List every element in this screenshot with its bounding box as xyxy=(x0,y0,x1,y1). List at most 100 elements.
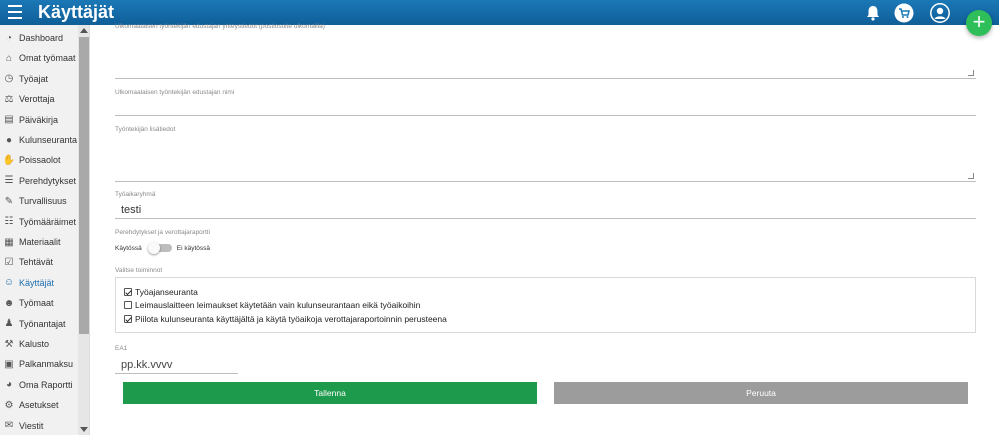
sidebar-item-label: Kalusto xyxy=(19,339,50,349)
work-group-label: Työaikaryhmä xyxy=(115,191,156,198)
cancel-button[interactable]: Peruuta xyxy=(554,382,968,404)
sidebar-item[interactable]: ⚙ Asetukset xyxy=(0,395,78,415)
sidebar-item[interactable]: ◔ Dashboard xyxy=(0,28,78,48)
functions-label: Valitse toiminnot xyxy=(115,267,163,274)
scroll-thumb[interactable] xyxy=(79,37,89,334)
sidebar-item-label: Materiaalit xyxy=(19,237,61,247)
induction-label: Perehdytykset ja verottajaraportti xyxy=(115,229,211,236)
toggle-off-label: Ei käytössä xyxy=(176,244,210,252)
location-icon: ● xyxy=(5,134,13,146)
induction-toggle-row: Käytössä Ei käytössä xyxy=(115,242,210,254)
menu-icon[interactable] xyxy=(8,5,22,19)
toggle-on-label: Käytössä xyxy=(115,244,142,252)
sidebar-item[interactable]: ⚒ Kalusto xyxy=(0,334,78,354)
dashboard-icon: ◔ xyxy=(5,32,13,44)
users-icon: ☺ xyxy=(3,277,15,289)
sidebar-item-label: Poissaolot xyxy=(19,155,61,166)
resize-handle-icon[interactable] xyxy=(968,70,974,76)
option-stamping-device[interactable]: Leimauslaitteen leimaukset käytetään vai… xyxy=(124,300,420,310)
option-label: Leimauslaitteen leimaukset käytetään vai… xyxy=(135,300,421,310)
sidebar-item-label: Perehdytykset xyxy=(19,175,77,186)
sidebar-item-label: Tehtävät xyxy=(19,257,54,268)
ea1-label: EA1 xyxy=(115,345,128,352)
pie-chart-icon: ◕ xyxy=(5,379,13,391)
mail-icon: ✉ xyxy=(4,420,14,432)
sidebar-scrollbar[interactable] xyxy=(78,25,89,435)
book-icon: ▤ xyxy=(4,114,14,126)
ea1-underline xyxy=(115,373,238,374)
top-bar: Käyttäjät xyxy=(0,0,999,25)
sidebar-item[interactable]: ✉ Viestit xyxy=(0,416,78,435)
sidebar-item-label: Käyttäjät xyxy=(19,277,55,288)
gear-icon: ⚙ xyxy=(4,399,14,411)
sidebar-item-label: Palkanmaksu xyxy=(19,359,74,370)
list-icon: ☷ xyxy=(4,216,14,228)
sidebar-item-label: Asetukset xyxy=(19,400,59,411)
sidebar-item-label: Oma Raportti xyxy=(19,379,73,390)
employer-icon: ♟ xyxy=(4,318,14,330)
sidebar-item[interactable]: ▣ Palkanmaksu xyxy=(0,354,78,374)
add-button[interactable]: + xyxy=(966,10,992,36)
sidebar-item[interactable]: ◷ Työajat xyxy=(0,69,78,89)
save-button[interactable]: Tallenna xyxy=(123,382,537,404)
stopwatch-icon: ◷ xyxy=(4,73,14,85)
bell-icon[interactable] xyxy=(863,3,883,23)
sidebar-item[interactable]: ⚖ Verottaja xyxy=(0,89,78,109)
sidebar-item[interactable]: ♟ Työnantajat xyxy=(0,314,78,334)
sidebar-item[interactable]: ◕ Oma Raportti xyxy=(0,375,78,395)
checkbox[interactable] xyxy=(124,288,132,296)
page-title: Käyttäjät xyxy=(38,2,115,22)
site-icon: ⌂ xyxy=(5,52,13,64)
hammer-icon: ⚒ xyxy=(4,338,14,350)
scroll-down-icon[interactable] xyxy=(80,427,88,432)
option-hide-tracking[interactable]: Piilota kulunseuranta käyttäjältä ja käy… xyxy=(124,314,447,324)
work-group-value[interactable]: testi xyxy=(121,204,141,216)
wrench-icon: ✎ xyxy=(4,195,14,207)
sidebar-item[interactable]: ▦ Materiaalit xyxy=(0,232,78,252)
user-icon[interactable] xyxy=(930,3,950,23)
extra-info-label: Työntekijän lisätiedot xyxy=(115,126,176,133)
worker-icon: ☻ xyxy=(3,297,15,309)
materials-icon: ▦ xyxy=(4,236,14,248)
sidebar-item[interactable]: ⌂ Omat työmaat xyxy=(0,48,78,68)
sidebar-item[interactable]: ✋ Poissaolot xyxy=(0,150,78,170)
option-time-tracking[interactable]: Työajanseuranta xyxy=(124,287,198,297)
ea1-input[interactable]: pp.kk.vvvv xyxy=(121,359,172,371)
rep-address-label: Ulkomaalaisen työntekijän edustajan yhte… xyxy=(115,23,325,30)
checkbox[interactable] xyxy=(124,315,132,323)
sidebar-item[interactable]: ● Kulunseuranta xyxy=(0,130,78,150)
sidebar-item[interactable]: ▤ Päiväkirja xyxy=(0,110,78,130)
sidebar-item-label: Päiväkirja xyxy=(19,114,59,125)
sidebar-item-label: Työnantajat xyxy=(19,318,66,329)
sidebar-item[interactable]: ☺ Käyttäjät xyxy=(0,273,78,293)
payment-icon: ▣ xyxy=(4,358,14,370)
tasks-icon: ☑ xyxy=(4,256,14,268)
extra-info-textarea[interactable] xyxy=(115,181,976,182)
functions-box: Työajanseuranta Leimauslaitteen leimauks… xyxy=(115,277,976,333)
rep-address-textarea[interactable] xyxy=(115,78,976,79)
sidebar-item-label: Työmääräimet xyxy=(19,216,77,227)
option-label: Työajanseuranta xyxy=(135,287,198,297)
sidebar-item[interactable]: ☻ Työmaat xyxy=(0,293,78,313)
induction-toggle[interactable] xyxy=(147,242,172,254)
scroll-up-icon[interactable] xyxy=(80,28,88,33)
rep-name-input[interactable] xyxy=(115,115,976,116)
sidebar-item[interactable]: ☷ Työmääräimet xyxy=(0,212,78,232)
thumb-down-icon: ✋ xyxy=(2,154,16,166)
sidebar-item-label: Työajat xyxy=(19,73,49,84)
sidebar-item-label: Viestit xyxy=(19,420,44,431)
sidebar-item[interactable]: ☑ Tehtävät xyxy=(0,252,78,272)
checkbox[interactable] xyxy=(124,301,132,309)
sidebar-item-label: Turvallisuus xyxy=(19,196,67,207)
option-label: Piilota kulunseuranta käyttäjältä ja käy… xyxy=(135,314,447,324)
sidebar-item[interactable]: ✎ Turvallisuus xyxy=(0,191,78,211)
gavel-icon: ⚖ xyxy=(4,93,14,105)
sidebar-item[interactable]: ☰ Perehdytykset xyxy=(0,171,78,191)
sidebar-item-label: Kulunseuranta xyxy=(19,135,78,145)
resize-handle-icon[interactable] xyxy=(968,173,974,179)
sidebar-item-label: Omat työmaat xyxy=(19,53,76,64)
cart-icon[interactable] xyxy=(894,3,914,23)
work-group-select[interactable] xyxy=(115,218,976,219)
checklist-icon: ☰ xyxy=(4,175,14,187)
sidebar-item-label: Verottaja xyxy=(19,94,55,105)
